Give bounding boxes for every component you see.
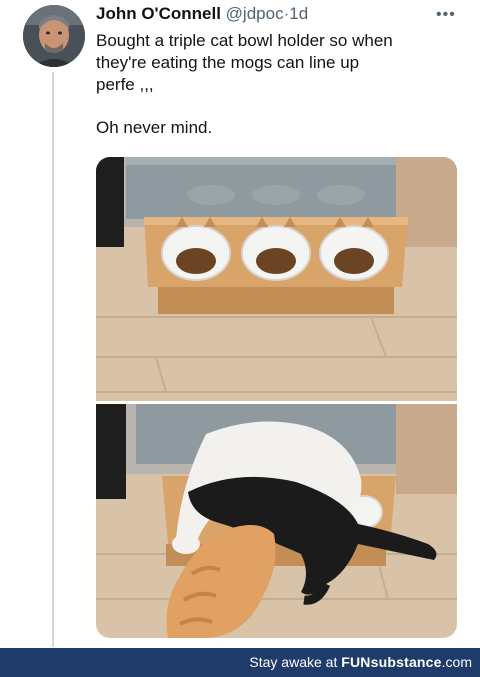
watermark-prefix: Stay awake at [249, 654, 342, 670]
watermark-suffix: .com [441, 654, 472, 670]
tweet-text-line: Bought a triple cat bowl holder so when [96, 31, 393, 50]
thread-line [52, 72, 54, 647]
tweet-header: John O'Connell @jdpoc·1d [96, 4, 308, 24]
tweet-text-line: Oh never mind. [96, 118, 213, 137]
tweet-text: Bought a triple cat bowl holder so when … [96, 30, 456, 139]
tweet-text-line: they're eating the mogs can line up [96, 53, 360, 72]
watermark-footer: Stay awake at FUNsubstance.com [0, 648, 480, 677]
tweet-text-line: perfe ,,, [96, 75, 154, 94]
author-name[interactable]: John O'Connell [96, 4, 221, 23]
watermark-brand: FUNsubstance [341, 654, 442, 670]
watermark-text[interactable]: Stay awake at FUNsubstance.com [249, 654, 472, 670]
more-icon[interactable]: ••• [436, 6, 456, 24]
author-handle[interactable]: @jdpoc [226, 4, 284, 23]
avatar[interactable] [23, 5, 85, 67]
photo-cats-piled[interactable] [96, 404, 457, 638]
tweet-time[interactable]: 1d [289, 4, 308, 23]
photo-bowl-holder[interactable] [96, 157, 457, 401]
